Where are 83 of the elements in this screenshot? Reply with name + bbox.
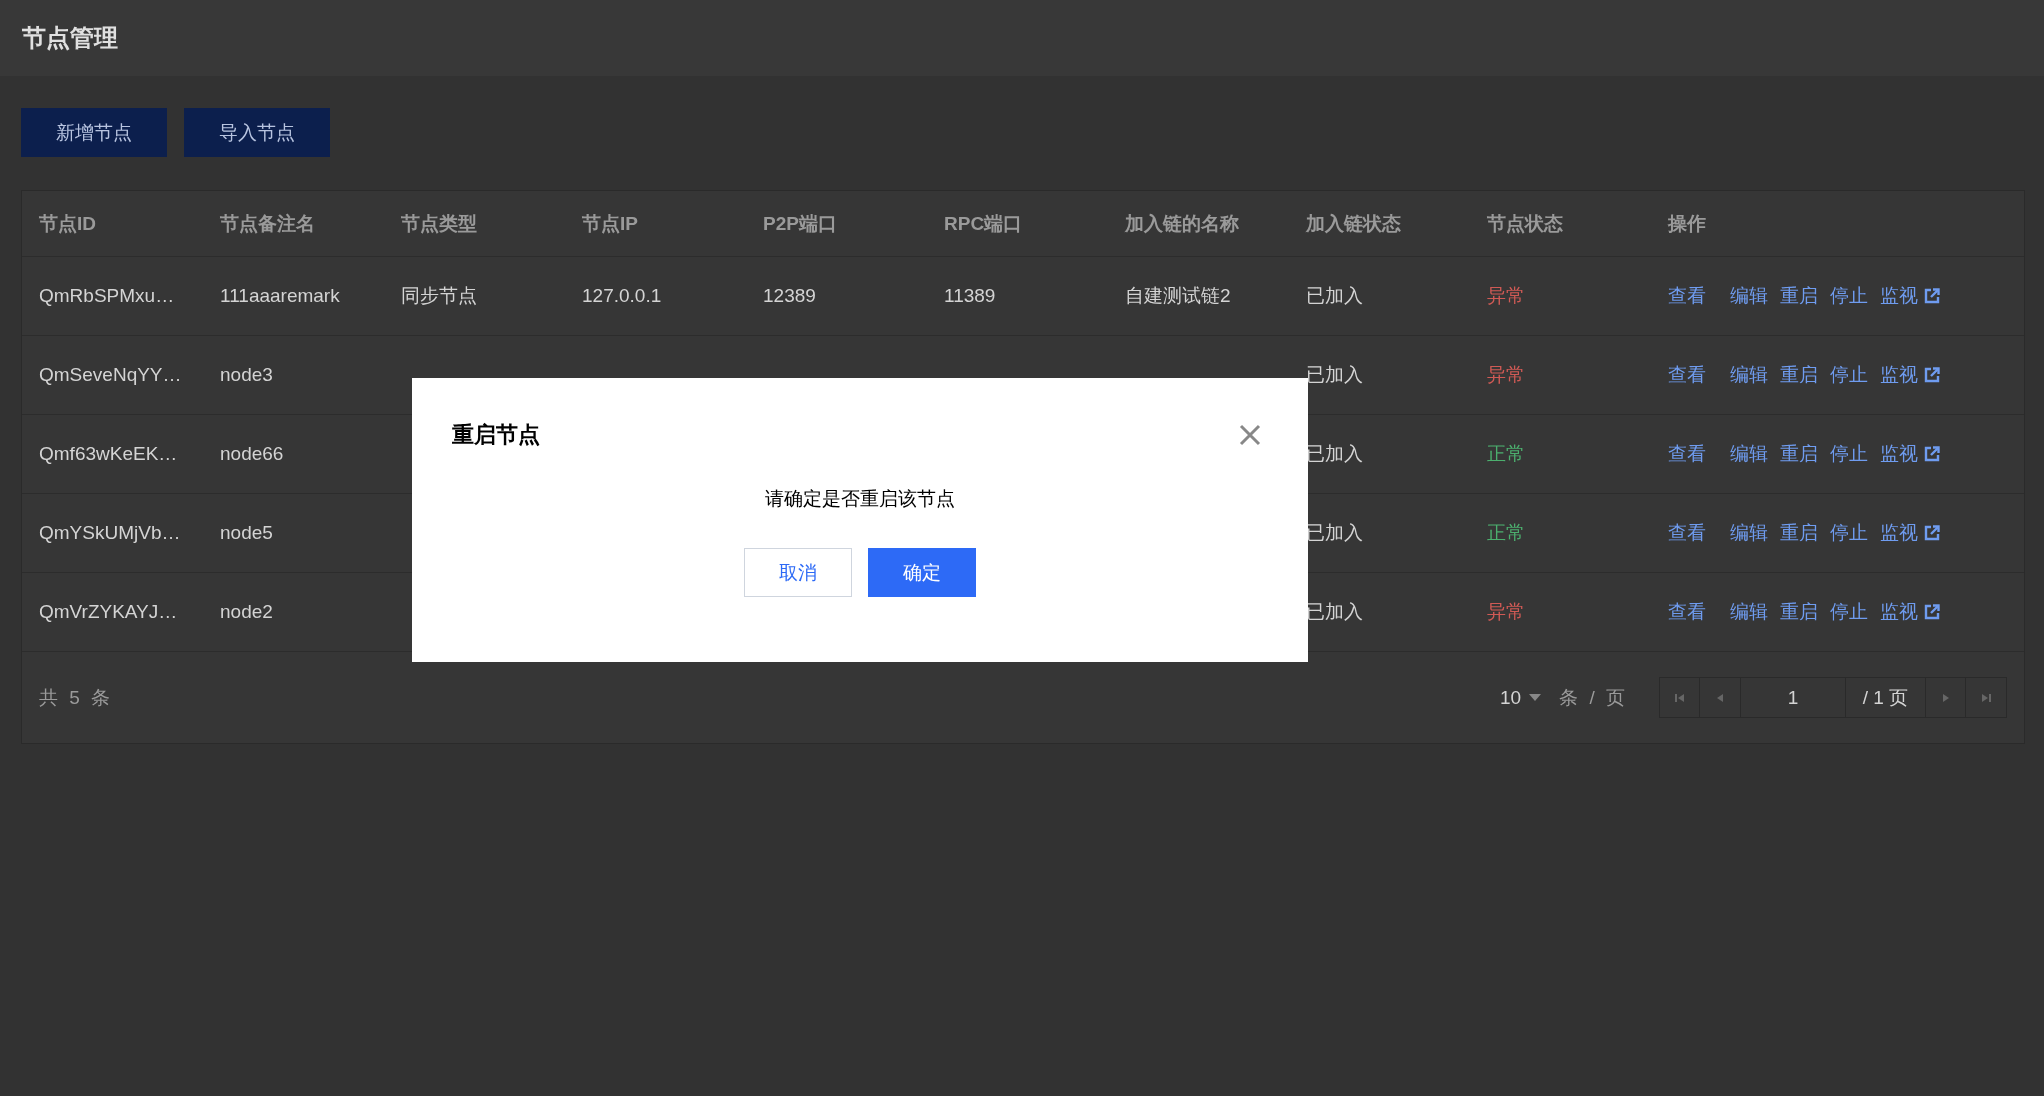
node-remark: node5 (220, 522, 274, 544)
page-size-select[interactable]: 10 (1494, 685, 1548, 710)
dialog-title: 重启节点 (452, 421, 540, 449)
node-id: QmSeveNqYY… (39, 364, 183, 386)
node-type: 同步节点 (401, 284, 478, 308)
node-status: 正常 (1487, 442, 1526, 466)
last-page-icon (1980, 691, 1992, 704)
total-count: 共 5 条 (39, 685, 111, 710)
external-link-icon (1924, 446, 1940, 462)
column-header: 节点类型 (401, 211, 478, 236)
action-link[interactable]: 重启 (1780, 362, 1818, 388)
chain-status: 已加入 (1306, 363, 1364, 387)
close-icon (1237, 422, 1263, 448)
action-link[interactable]: 查看 (1668, 599, 1706, 625)
column-header: P2P端口 (763, 211, 838, 236)
action-link[interactable]: 停止 (1830, 441, 1868, 467)
external-link-icon (1924, 525, 1940, 541)
first-page-button[interactable] (1659, 677, 1700, 718)
action-link[interactable]: 监视 (1880, 283, 1940, 309)
toolbar-button[interactable]: 新增节点 (21, 108, 167, 157)
node-status: 异常 (1487, 600, 1526, 624)
dialog-message: 请确定是否重启该节点 (764, 487, 956, 511)
node-remark: 111aaaremark (220, 285, 341, 307)
column-header: RPC端口 (944, 211, 1024, 236)
chain-status: 已加入 (1306, 521, 1364, 545)
action-link[interactable]: 编辑 (1730, 283, 1768, 309)
action-link[interactable]: 编辑 (1730, 599, 1768, 625)
action-link[interactable]: 重启 (1780, 520, 1818, 546)
column-header: 操作 (1668, 211, 1707, 236)
action-link[interactable]: 编辑 (1730, 520, 1768, 546)
action-link[interactable]: 监视 (1880, 599, 1940, 625)
column-header: 节点IP (582, 211, 639, 236)
action-link[interactable]: 停止 (1830, 520, 1868, 546)
action-link[interactable]: 停止 (1830, 599, 1868, 625)
external-link-icon (1924, 367, 1940, 383)
node-status: 异常 (1487, 284, 1526, 308)
action-link[interactable]: 监视 (1880, 362, 1940, 388)
column-header: 节点状态 (1487, 211, 1564, 236)
action-link[interactable]: 查看 (1668, 362, 1706, 388)
node-id: QmVrZYKAYJ… (39, 601, 179, 623)
column-header: 节点ID (39, 211, 97, 236)
action-link[interactable]: 监视 (1880, 441, 1940, 467)
action-link[interactable]: 查看 (1668, 283, 1706, 309)
node-ip: 127.0.0.1 (582, 285, 663, 307)
chain-status: 已加入 (1306, 442, 1364, 466)
node-status: 正常 (1487, 521, 1526, 545)
confirm-button[interactable]: 确定 (868, 548, 976, 597)
node-remark: node3 (220, 364, 274, 386)
action-link[interactable]: 重启 (1780, 599, 1818, 625)
cancel-button[interactable]: 取消 (744, 548, 852, 597)
first-page-icon (1673, 691, 1686, 704)
column-header: 节点备注名 (220, 211, 316, 236)
node-status: 异常 (1487, 363, 1526, 387)
action-link[interactable]: 停止 (1830, 283, 1868, 309)
p2p-port: 12389 (763, 285, 817, 307)
chain-status: 已加入 (1306, 600, 1364, 624)
chain-status: 已加入 (1306, 284, 1364, 308)
chain-name: 自建测试链2 (1125, 284, 1232, 308)
node-id: QmYSkUMjVb… (39, 522, 182, 544)
external-link-icon (1924, 604, 1940, 620)
toolbar-button[interactable]: 导入节点 (184, 108, 330, 157)
action-link[interactable]: 停止 (1830, 362, 1868, 388)
page-size-unit: 条 / 页 (1559, 685, 1625, 710)
action-link[interactable]: 监视 (1880, 520, 1940, 546)
rpc-port: 11389 (944, 285, 997, 307)
action-link[interactable]: 编辑 (1730, 441, 1768, 467)
external-link-icon (1924, 288, 1940, 304)
node-remark: node2 (220, 601, 274, 623)
action-link[interactable]: 查看 (1668, 520, 1706, 546)
page-input[interactable]: 1 (1741, 677, 1846, 718)
action-link[interactable]: 重启 (1780, 283, 1818, 309)
column-header: 加入链状态 (1306, 211, 1402, 236)
node-id: Qmf63wKeEK… (39, 443, 179, 465)
node-remark: node66 (220, 443, 285, 465)
column-header: 加入链的名称 (1125, 211, 1240, 236)
page-title: 节点管理 (22, 23, 118, 53)
action-link[interactable]: 重启 (1780, 441, 1818, 467)
action-link[interactable]: 查看 (1668, 441, 1706, 467)
last-page-button[interactable] (1966, 677, 2007, 718)
close-button[interactable] (1237, 422, 1263, 448)
action-link[interactable]: 编辑 (1730, 362, 1768, 388)
caret-icon (1529, 693, 1542, 702)
node-id: QmRbSPMxu… (39, 285, 176, 307)
